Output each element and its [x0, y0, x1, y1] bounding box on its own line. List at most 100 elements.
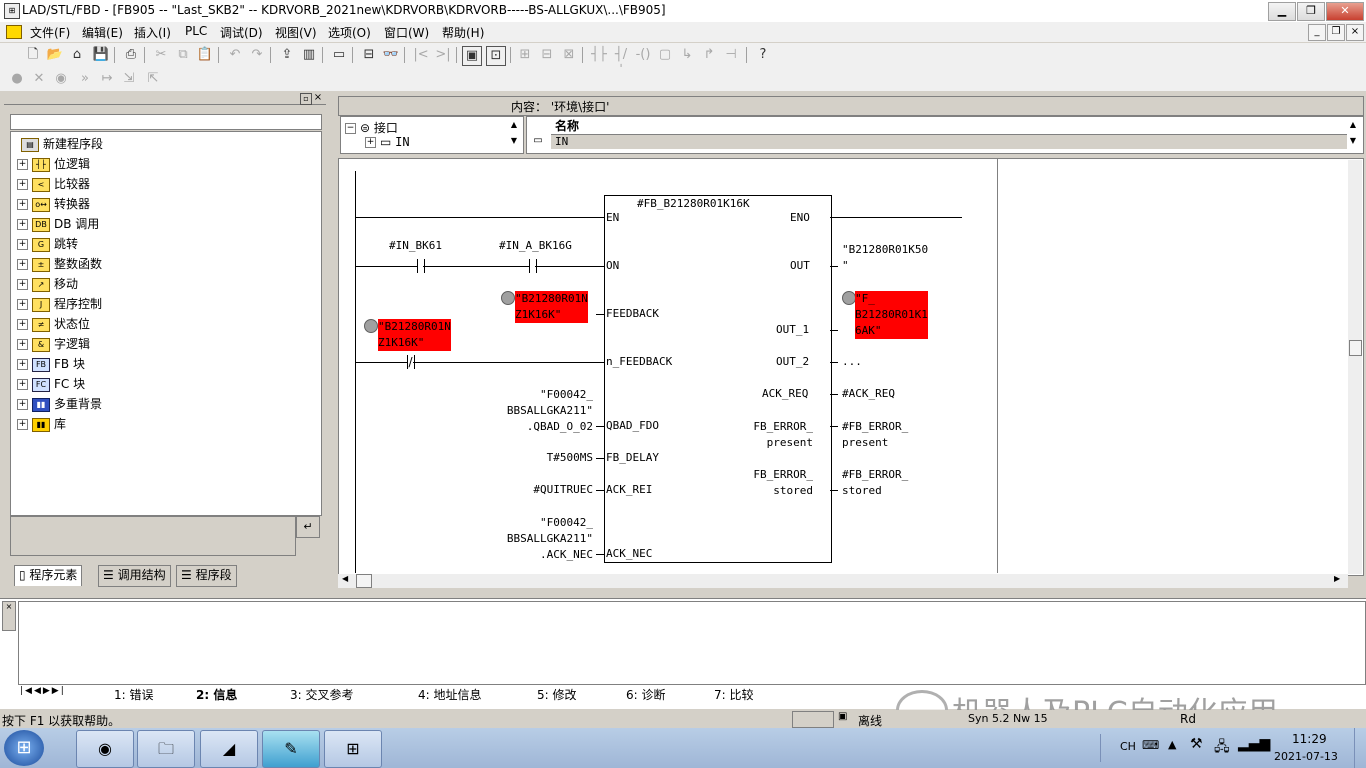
tab-program-elements[interactable]: ▯ 程序元素 [14, 565, 83, 586]
help-icon[interactable]: ? [754, 46, 772, 64]
undo-icon[interactable]: ↶ [226, 46, 244, 64]
out-operand[interactable]: "B21280R01K50 " [842, 242, 928, 274]
network-icon[interactable]: ⊟ [360, 46, 378, 64]
fb-box[interactable] [604, 195, 832, 563]
menu-plc[interactable]: PLC [185, 24, 207, 38]
tab-call-structure[interactable]: ☰ 调用结构 [98, 565, 171, 587]
ackrei-operand[interactable]: #QUITRUEC [501, 483, 593, 496]
chrome-icon[interactable]: ◉ [76, 730, 134, 768]
tab-address-info[interactable]: 4: 地址信息 [418, 686, 482, 703]
tree-item[interactable]: + ± 整数函数 [17, 255, 102, 273]
clock-time[interactable]: 11:29 [1292, 732, 1327, 746]
mdi-minimize-button[interactable]: _ [1308, 24, 1326, 41]
tab-compare[interactable]: 7: 比较 [714, 686, 754, 703]
acknec-operand[interactable]: "F00042_ BBSALLGKA211" .ACK_NEC [501, 515, 593, 563]
expand-icon[interactable]: + [17, 299, 28, 310]
new-icon[interactable]: 🗋 [24, 46, 42, 64]
out1-operand[interactable]: "F_ B21280R01K1 6AK" [855, 291, 928, 339]
expand-icon[interactable]: + [17, 319, 28, 330]
insert-element-icon[interactable]: ↵ [296, 516, 320, 538]
tree-item[interactable]: + o↔ 转换器 [17, 195, 90, 213]
tab-modify[interactable]: 5: 修改 [537, 686, 577, 703]
glasses-icon[interactable]: 👓 [382, 46, 400, 64]
copy-icon[interactable]: ⧉ [174, 46, 192, 64]
delay-operand[interactable]: T#500MS [501, 451, 593, 464]
expand-icon[interactable]: + [365, 137, 376, 148]
keyboard-icon[interactable]: ⌨ [1142, 738, 1159, 752]
expand-icon[interactable]: + [17, 279, 28, 290]
netpro-icon[interactable]: ⊞ [324, 730, 382, 768]
tree-item[interactable]: + ▮▮ 库 [17, 415, 66, 433]
menu-view[interactable]: 视图(V) [275, 24, 317, 41]
mdi-restore-button[interactable]: ❐ [1327, 24, 1345, 41]
error-stored-operand[interactable]: #FB_ERROR_ stored [842, 467, 908, 499]
run-icon[interactable]: ↦ [98, 70, 116, 88]
feedback-operand[interactable]: "B21280R01N Z1K16K" [515, 291, 588, 323]
nfeedback-operand[interactable]: "B21280R01N Z1K16K" [378, 319, 451, 351]
open-icon[interactable]: 📂 [46, 46, 64, 64]
no-contact-icon[interactable]: ┤├ [590, 46, 608, 64]
tree-scrollbar[interactable]: ▲ ▼ [507, 117, 521, 151]
tree-item[interactable]: + ≠ 状态位 [17, 315, 90, 333]
qbad-operand[interactable]: "F00042_ BBSALLGKA211" .QBAD_O_02 [501, 387, 593, 435]
load-icon[interactable]: ⇪ [278, 46, 296, 64]
open-branch-icon[interactable]: ⊟ [538, 46, 556, 64]
cross-icon[interactable]: ✕ [30, 70, 48, 88]
expand-icon[interactable]: + [17, 199, 28, 210]
network-icon[interactable]: 🖧 [1214, 736, 1230, 760]
branch-up-icon[interactable]: ↱ [700, 46, 718, 64]
menu-edit[interactable]: 编辑(E) [82, 24, 123, 41]
expand-icon[interactable]: + [17, 159, 28, 170]
tab-nav-buttons[interactable]: |◀◀▶▶| [20, 686, 90, 700]
menu-options[interactable]: 选项(O) [328, 24, 371, 41]
prev-network-icon[interactable]: |< [412, 46, 430, 64]
close-branch-icon[interactable]: ⊠ [560, 46, 578, 64]
next-network-icon[interactable]: >| [434, 46, 452, 64]
tab-networks[interactable]: ☰ 程序段 [176, 565, 237, 587]
scroll-thumb[interactable] [1349, 340, 1362, 356]
print-icon[interactable]: ⎙ [122, 46, 140, 64]
menu-file[interactable]: 文件(F) [30, 24, 70, 41]
redo-icon[interactable]: ↷ [248, 46, 266, 64]
dot-icon[interactable]: ● [8, 70, 26, 88]
save-icon[interactable]: 💾 [92, 46, 110, 64]
cut-icon[interactable]: ✂ [152, 46, 170, 64]
editor-hscrollbar[interactable]: ◀ ▶ [338, 574, 1348, 588]
tree-item[interactable]: + & 字逻辑 [17, 335, 90, 353]
row-name[interactable]: IN [551, 135, 1347, 149]
signal-icon[interactable]: ▂▄▆ [1238, 736, 1270, 752]
tree-child[interactable]: + ▭ IN [365, 135, 410, 149]
branch-icon[interactable]: ⊞ [516, 46, 534, 64]
tray-arrow-icon[interactable]: ▲ [1168, 738, 1176, 751]
show-desktop-button[interactable] [1354, 728, 1366, 768]
start-button[interactable]: ⊞ [4, 730, 44, 766]
tree-item[interactable]: + ↗ 移动 [17, 275, 78, 293]
column-header-name[interactable]: 名称 [551, 118, 1347, 135]
minimize-button[interactable]: ▁ [1268, 2, 1296, 21]
dock-icon[interactable]: ▫ [300, 93, 312, 105]
error-present-operand[interactable]: #FB_ERROR_ present [842, 419, 908, 451]
expand-icon[interactable]: + [17, 419, 28, 430]
expand-icon[interactable]: + [17, 239, 28, 250]
paste-icon[interactable]: 📋 [196, 46, 214, 64]
branch-down-icon[interactable]: ↳ [678, 46, 696, 64]
expand-icon[interactable]: + [17, 359, 28, 370]
panel-close-icon[interactable]: × [313, 93, 323, 103]
tree-item[interactable]: ▤ 新建程序段 [21, 135, 103, 153]
box-icon[interactable]: ▢ [656, 46, 674, 64]
tree-item[interactable]: + < 比较器 [17, 175, 90, 193]
expand-icon[interactable]: + [17, 219, 28, 230]
maximize-button[interactable]: ❐ [1297, 2, 1325, 21]
accessible-nodes-icon[interactable]: ⌂ [68, 46, 86, 64]
lad-editor-icon[interactable]: ✎ [262, 730, 320, 768]
tree-item[interactable]: + ┤├ 位逻辑 [17, 155, 90, 173]
tray-app-icon[interactable]: ⚒ [1190, 736, 1203, 752]
coil-icon[interactable]: -() [634, 46, 652, 64]
details-icon[interactable]: ⊡ [486, 46, 506, 66]
lang-indicator[interactable]: CH [1120, 740, 1136, 753]
nc-contact-icon[interactable]: ┤/├ [612, 46, 630, 80]
tab-diagnostics[interactable]: 6: 诊断 [626, 686, 666, 703]
tree-item[interactable]: + DB DB 调用 [17, 215, 99, 233]
tab-info[interactable]: 2: 信息 [196, 686, 237, 703]
close-button[interactable]: ✕ [1326, 2, 1364, 21]
